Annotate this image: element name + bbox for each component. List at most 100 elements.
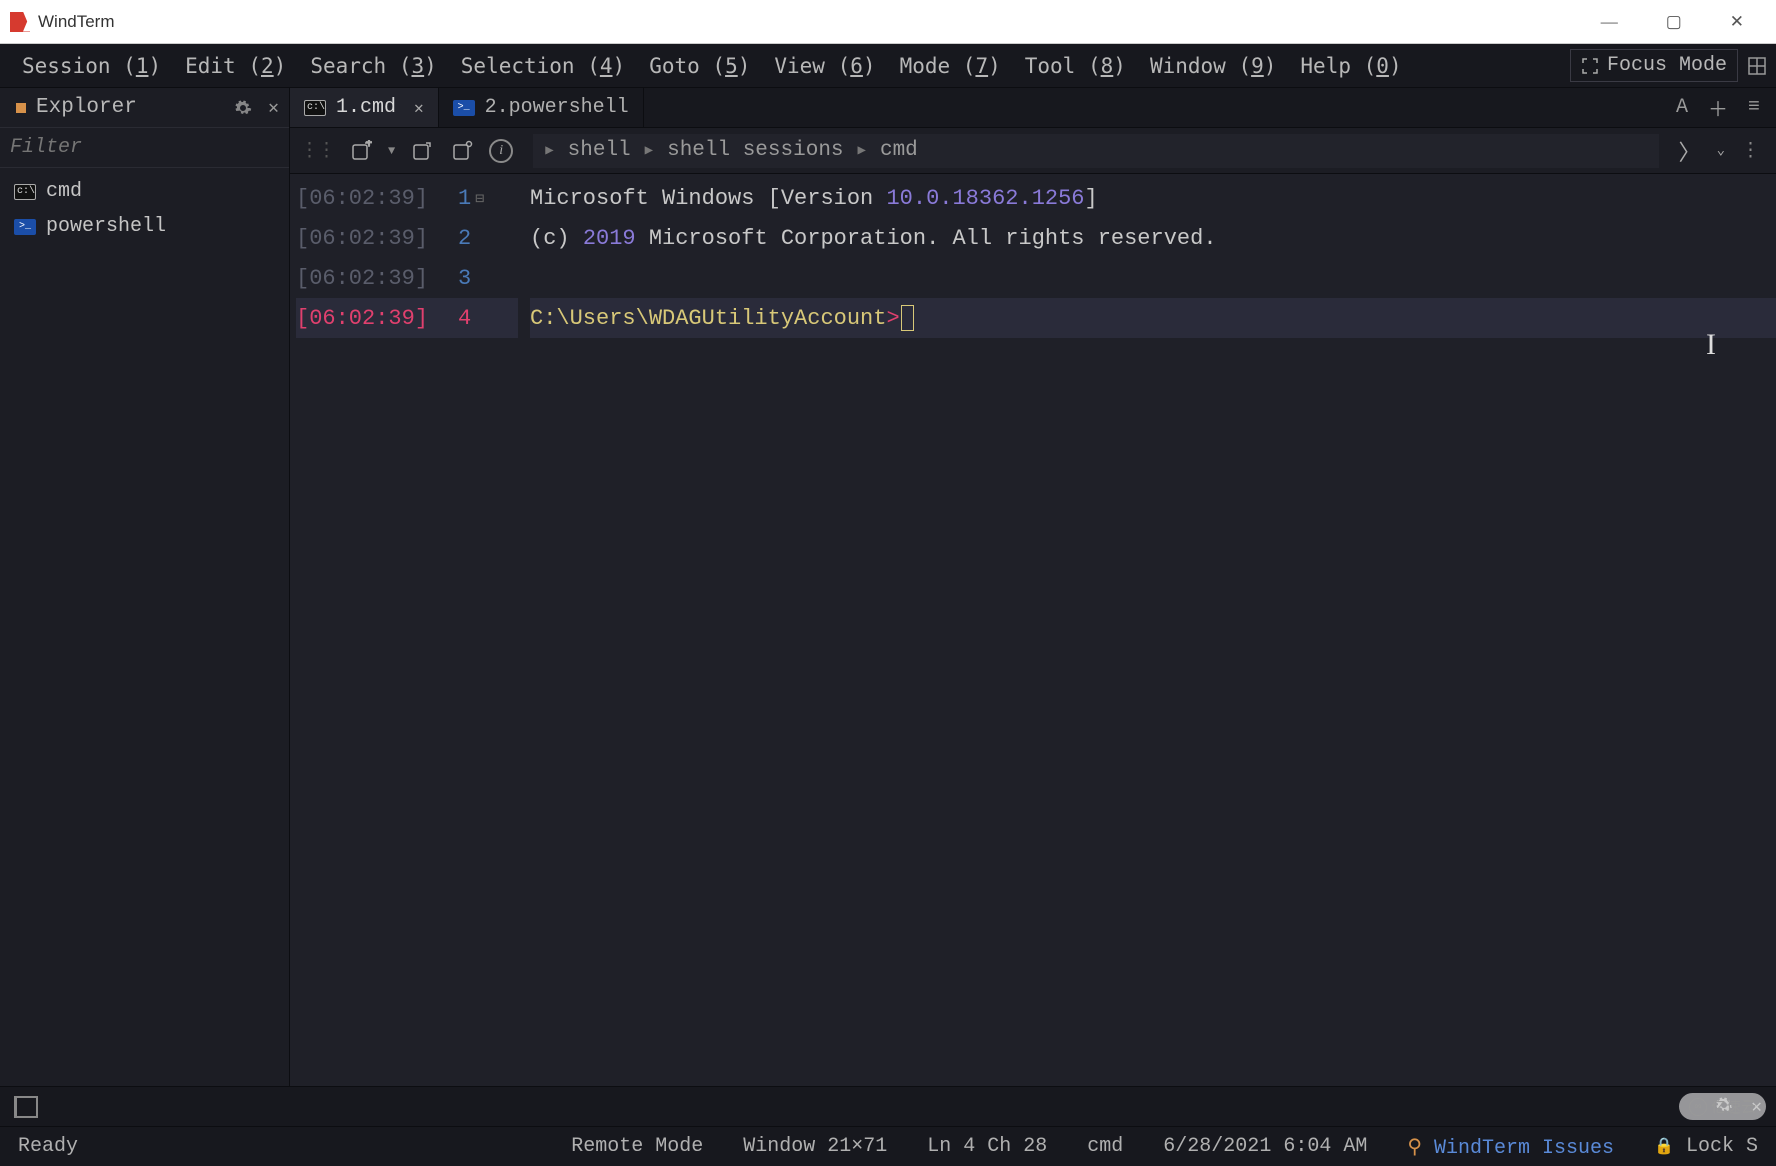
detach-pane-button[interactable]: [449, 138, 475, 164]
close-button[interactable]: ✕: [1730, 12, 1744, 32]
timestamp-gutter: [06:02:39] [06:02:39] [06:02:39] [06:02:…: [290, 178, 458, 1086]
bottom-panel-bar: ✕: [0, 1086, 1776, 1126]
panel-logo-icon: [14, 1096, 36, 1118]
svg-text:+: +: [366, 140, 372, 150]
terminal-text: Microsoft Windows [Version: [530, 186, 886, 211]
new-pane-dropdown-icon[interactable]: ▼: [388, 144, 395, 158]
terminal-text: ]: [1085, 186, 1098, 211]
watermark-badge: ∞亿速云: [1679, 1093, 1766, 1120]
menu-view[interactable]: View (6): [762, 48, 887, 84]
duplicate-pane-button[interactable]: [409, 138, 435, 164]
status-window-size: Window 21×71: [743, 1135, 887, 1158]
powershell-icon: >_: [14, 219, 36, 235]
tab-powershell[interactable]: >_ 2.powershell: [439, 88, 644, 127]
window-titlebar: WindTerm — ▢ ✕: [0, 0, 1776, 44]
new-pane-button[interactable]: +: [348, 138, 374, 164]
cmd-icon: c:\: [14, 184, 36, 200]
breadcrumb-forward-icon[interactable]: 〉: [1679, 135, 1701, 167]
tab-label: 1.cmd: [336, 96, 396, 119]
focus-mode-button[interactable]: Focus Mode: [1570, 49, 1738, 82]
status-lock[interactable]: 🔒 Lock S: [1654, 1135, 1758, 1158]
chevron-right-icon: ▶: [545, 142, 553, 159]
explorer-settings-icon[interactable]: [234, 99, 252, 117]
breadcrumb-dropdown-icon[interactable]: ⌄: [1717, 142, 1725, 159]
line-number: 1: [458, 186, 471, 211]
terminal-toolbar: ⋮⋮ + ▼ i ▶ shell ▶ shell sessions ▶ cmd: [290, 128, 1776, 174]
focus-mode-label: Focus Mode: [1607, 54, 1727, 77]
status-datetime: 6/28/2021 6:04 AM: [1163, 1135, 1367, 1158]
timestamp: [06:02:39]: [296, 306, 428, 331]
maximize-button[interactable]: ▢: [1666, 12, 1682, 32]
line-number: 2: [458, 226, 471, 251]
menu-edit[interactable]: Edit (2): [173, 48, 298, 84]
terminal-content[interactable]: Microsoft Windows [Version 10.0.18362.12…: [530, 178, 1776, 1086]
menu-goto[interactable]: Goto (5): [637, 48, 762, 84]
issues-icon: ⚲: [1407, 1137, 1422, 1160]
tab-close-icon[interactable]: ✕: [414, 98, 424, 118]
tab-menu-icon[interactable]: ≡: [1748, 96, 1760, 119]
prompt-path: C:\Users\WDAGUtilityAccount: [530, 306, 886, 331]
terminal-text: Microsoft Corporation. All rights reserv…: [636, 226, 1217, 251]
explorer-item-powershell[interactable]: >_ powershell: [0, 209, 289, 244]
app-logo-icon: [10, 12, 30, 32]
menu-mode[interactable]: Mode (7): [888, 48, 1013, 84]
menu-bar: Session (1) Edit (2) Search (3) Selectio…: [0, 44, 1776, 88]
new-tab-button[interactable]: ＋: [1708, 93, 1728, 123]
timestamp: [06:02:39]: [296, 226, 428, 251]
line-number-gutter: 1⊟ 2⊟ 3⊟ 4⊟: [458, 178, 530, 1086]
minimize-button[interactable]: —: [1601, 12, 1618, 32]
explorer-item-cmd[interactable]: c:\ cmd: [0, 174, 289, 209]
breadcrumb: ▶ shell ▶ shell sessions ▶ cmd: [533, 134, 1658, 168]
terminal-text: 10.0.18362.1256: [886, 186, 1084, 211]
explorer-item-label: cmd: [46, 180, 82, 203]
tab-cmd[interactable]: c:\ 1.cmd ✕: [290, 88, 439, 127]
terminal-text: 2019: [583, 226, 636, 251]
prompt-symbol: >: [886, 306, 899, 331]
window-title: WindTerm: [38, 12, 115, 32]
status-ready: Ready: [18, 1135, 78, 1158]
breadcrumb-segment[interactable]: cmd: [880, 139, 918, 162]
powershell-icon: >_: [453, 100, 475, 116]
cmd-icon: c:\: [304, 100, 326, 116]
status-shell: cmd: [1087, 1135, 1123, 1158]
explorer-item-label: powershell: [46, 215, 166, 238]
explorer-bullet-icon: [16, 103, 26, 113]
more-menu-icon[interactable]: ⋮: [1741, 139, 1760, 162]
timestamp: [06:02:39]: [296, 186, 428, 211]
menu-session[interactable]: Session (1): [10, 48, 173, 84]
info-icon[interactable]: i: [489, 139, 513, 163]
status-issues[interactable]: ⚲ WindTerm Issues: [1407, 1134, 1614, 1160]
menu-window[interactable]: Window (9): [1138, 48, 1288, 84]
menu-selection[interactable]: Selection (4): [449, 48, 637, 84]
menu-search[interactable]: Search (3): [298, 48, 448, 84]
tab-label: 2.powershell: [485, 96, 629, 119]
layout-grid-icon[interactable]: [1748, 57, 1766, 75]
focus-mode-icon: [1581, 57, 1599, 75]
terminal-text: (c): [530, 226, 583, 251]
sidebar-explorer: Explorer ✕ c:\ cmd >_ powershell: [0, 88, 290, 1086]
tab-bar: c:\ 1.cmd ✕ >_ 2.powershell A ＋ ≡: [290, 88, 1776, 128]
lock-icon: 🔒: [1654, 1138, 1674, 1156]
terminal-view[interactable]: [06:02:39] [06:02:39] [06:02:39] [06:02:…: [290, 174, 1776, 1086]
drag-handle-icon[interactable]: ⋮⋮: [300, 139, 334, 162]
status-mode[interactable]: Remote Mode: [571, 1135, 703, 1158]
ibeam-cursor-icon: I: [1706, 328, 1716, 362]
timestamp: [06:02:39]: [296, 266, 428, 291]
fold-icon[interactable]: ⊟: [471, 189, 488, 208]
menu-tool[interactable]: Tool (8): [1013, 48, 1138, 84]
line-number: 4: [458, 306, 471, 331]
explorer-filter-input[interactable]: [0, 128, 289, 168]
breadcrumb-segment[interactable]: shell: [568, 139, 631, 162]
chevron-right-icon: ▶: [645, 142, 653, 159]
font-size-button[interactable]: A: [1676, 96, 1688, 119]
menu-help[interactable]: Help (0): [1288, 48, 1413, 84]
text-cursor: [901, 305, 914, 331]
explorer-close-icon[interactable]: ✕: [268, 97, 279, 119]
status-cursor-pos: Ln 4 Ch 28: [927, 1135, 1047, 1158]
breadcrumb-segment[interactable]: shell sessions: [667, 139, 843, 162]
explorer-title: Explorer: [36, 96, 224, 119]
status-bar: Ready Remote Mode Window 21×71 Ln 4 Ch 2…: [0, 1126, 1776, 1166]
chevron-right-icon: ▶: [858, 142, 866, 159]
explorer-header: Explorer ✕: [0, 88, 289, 128]
line-number: 3: [458, 266, 471, 291]
